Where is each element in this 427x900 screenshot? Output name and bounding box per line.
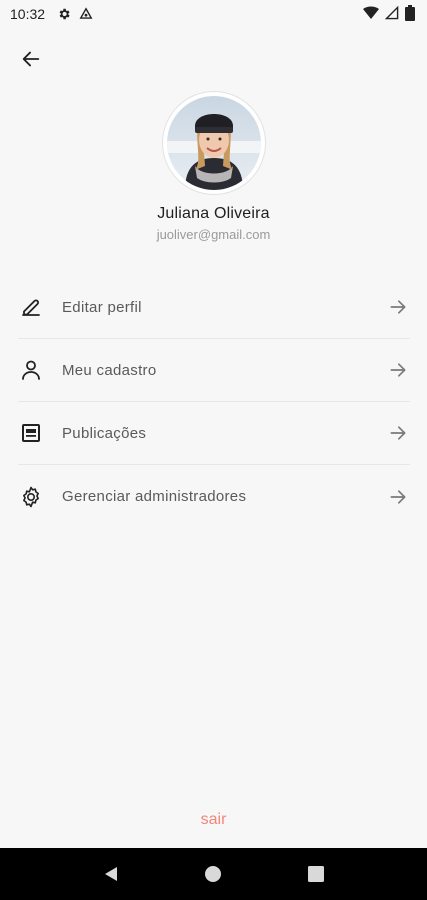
menu-item-label: Gerenciar administradores xyxy=(62,488,247,505)
status-bar: 10:32 xyxy=(0,0,427,28)
menu-item-label: Editar perfil xyxy=(62,298,142,316)
menu-item-gerenciar-administradores[interactable]: Gerenciar administradores xyxy=(18,465,410,528)
profile-menu: Editar perfil Meu cadastro Publicações G… xyxy=(18,276,410,528)
arrow-right-icon xyxy=(386,421,410,445)
pencil-icon xyxy=(18,294,44,320)
menu-item-label: Publicações xyxy=(62,424,147,442)
logout-button[interactable]: sair xyxy=(0,811,427,829)
sync-icon xyxy=(79,7,93,21)
wifi-icon xyxy=(363,6,379,23)
arrow-left-icon xyxy=(22,51,40,67)
nav-home-button[interactable] xyxy=(193,854,233,894)
avatar-frame xyxy=(162,91,266,195)
arrow-right-icon xyxy=(386,295,410,319)
back-triangle-icon xyxy=(105,867,118,881)
battery-icon xyxy=(405,4,415,24)
user-name: Juliana Oliveira xyxy=(157,205,270,222)
nav-back-button[interactable] xyxy=(91,854,131,894)
document-icon xyxy=(18,420,44,446)
nav-recents-button[interactable] xyxy=(296,854,336,894)
status-time: 10:32 xyxy=(10,6,46,22)
arrow-right-icon xyxy=(386,485,410,509)
gear-icon xyxy=(18,484,44,510)
menu-item-meu-cadastro[interactable]: Meu cadastro xyxy=(18,339,410,402)
arrow-right-icon xyxy=(386,358,410,382)
avatar xyxy=(167,96,261,190)
back-button[interactable] xyxy=(14,42,48,76)
system-navigation-bar xyxy=(0,848,427,900)
menu-item-publicacoes[interactable]: Publicações xyxy=(18,402,410,465)
gear-icon xyxy=(57,7,71,21)
menu-item-label: Meu cadastro xyxy=(62,361,157,379)
recents-square-icon xyxy=(307,866,324,882)
user-email: juoliver@gmail.com xyxy=(156,227,271,242)
home-circle-icon xyxy=(205,866,222,882)
menu-item-editar-perfil[interactable]: Editar perfil xyxy=(18,276,410,339)
signal-icon xyxy=(384,5,399,23)
user-icon xyxy=(18,357,44,383)
